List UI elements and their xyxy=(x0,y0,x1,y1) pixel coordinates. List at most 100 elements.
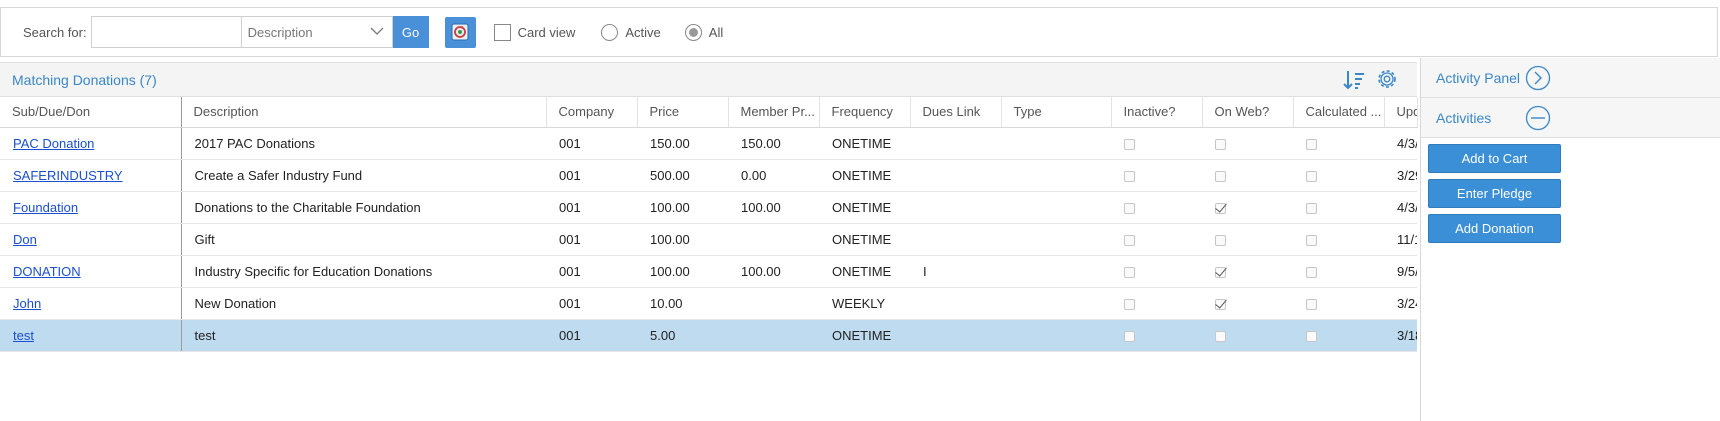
table-row[interactable]: SAFERINDUSTRY Create a Safer Industry Fun… xyxy=(0,159,1417,192)
row-code-link[interactable]: SAFERINDUSTRY xyxy=(13,168,123,183)
calculated-cell xyxy=(1293,319,1384,352)
member-price-cell xyxy=(728,319,819,352)
column-header[interactable]: Frequency xyxy=(819,97,911,128)
row-code-link[interactable]: PAC Donation xyxy=(13,136,94,151)
enter-pledge-button[interactable]: Enter Pledge xyxy=(1428,179,1561,208)
calculated-checkbox[interactable] xyxy=(1306,266,1317,278)
collapse-circle-icon[interactable] xyxy=(1525,105,1551,131)
table-row[interactable]: DONATION Industry Specific for Education … xyxy=(0,255,1417,288)
type-cell xyxy=(1001,127,1111,160)
row-code-link[interactable]: DONATION xyxy=(13,264,81,279)
price-cell: 100.00 xyxy=(637,223,728,256)
column-header[interactable]: Upd xyxy=(1384,97,1418,128)
column-header[interactable]: On Web? xyxy=(1202,97,1294,128)
type-cell xyxy=(1001,319,1111,352)
inactive-checkbox[interactable] xyxy=(1124,330,1135,342)
table-header-row: Sub/Due/Don Description Company Price Member… xyxy=(0,97,1418,128)
price-cell: 100.00 xyxy=(637,255,728,288)
dues-link-cell xyxy=(910,127,1001,160)
on-web-checkbox[interactable] xyxy=(1215,234,1226,246)
column-header[interactable]: Sub/Due/Don xyxy=(0,97,182,128)
search-input[interactable] xyxy=(90,16,241,48)
activity-panel-header[interactable]: Activity Panel xyxy=(1421,58,1720,98)
radio-all[interactable]: All xyxy=(684,23,724,41)
member-price-cell xyxy=(728,223,819,256)
add-donation-button[interactable]: Add Donation xyxy=(1428,214,1561,243)
table-row[interactable]: Foundation Donations to the Charitable Fo… xyxy=(0,191,1417,224)
activity-panel-label: Activity Panel xyxy=(1436,69,1521,86)
column-header[interactable]: Type xyxy=(1001,97,1112,128)
column-header[interactable]: Calculated ... xyxy=(1293,97,1385,128)
calculated-cell xyxy=(1293,159,1384,192)
row-code-link[interactable]: John xyxy=(13,296,41,311)
inactive-checkbox[interactable] xyxy=(1124,202,1135,214)
radio-all-label: All xyxy=(708,24,724,40)
on-web-checkbox[interactable] xyxy=(1215,298,1226,310)
column-header[interactable]: Member Pr... xyxy=(728,97,820,128)
price-cell: 100.00 xyxy=(637,191,728,224)
on-web-checkbox[interactable] xyxy=(1215,266,1226,278)
radio-active[interactable]: Active xyxy=(601,23,661,41)
search-field-select[interactable]: Description xyxy=(240,16,393,48)
row-code-link[interactable]: Don xyxy=(13,232,37,247)
radio-active-button[interactable] xyxy=(601,23,619,41)
calculated-checkbox[interactable] xyxy=(1306,330,1317,342)
on-web-checkbox[interactable] xyxy=(1215,138,1226,150)
calculated-checkbox[interactable] xyxy=(1306,170,1317,182)
table-row[interactable]: PAC Donation 2017 PAC Donations 001 150.00 1… xyxy=(0,127,1417,160)
add-to-cart-button[interactable]: Add to Cart xyxy=(1428,144,1561,173)
frequency-cell: ONETIME xyxy=(819,127,910,160)
inactive-checkbox[interactable] xyxy=(1124,298,1135,310)
gear-icon[interactable] xyxy=(1373,65,1401,93)
card-view-toggle[interactable]: Card view xyxy=(493,23,575,41)
updated-cell: 11/1 xyxy=(1384,223,1417,256)
company-cell: 001 xyxy=(546,159,637,192)
column-header[interactable]: Price xyxy=(637,97,729,128)
type-cell xyxy=(1001,159,1111,192)
row-code-link[interactable]: test xyxy=(13,328,34,343)
table-row[interactable]: Don Gift001100.00 ONETIME 11/1 xyxy=(0,223,1417,256)
updated-cell: 3/18 xyxy=(1384,319,1417,352)
inactive-cell xyxy=(1111,287,1202,320)
calculated-checkbox[interactable] xyxy=(1306,202,1317,214)
activities-label: Activities xyxy=(1436,109,1492,126)
go-button[interactable]: Go xyxy=(392,16,429,48)
calculated-checkbox[interactable] xyxy=(1306,234,1317,246)
card-view-checkbox[interactable] xyxy=(493,23,511,41)
activities-header[interactable]: Activities xyxy=(1421,98,1720,138)
updated-cell: 9/5/ xyxy=(1384,255,1417,288)
inactive-cell xyxy=(1111,255,1202,288)
calculated-cell xyxy=(1293,255,1384,288)
table-row[interactable]: John New Donation00110.00 WEEKLY 3/24 xyxy=(0,287,1417,320)
inactive-checkbox[interactable] xyxy=(1124,234,1135,246)
inactive-checkbox[interactable] xyxy=(1124,266,1135,278)
inactive-checkbox[interactable] xyxy=(1124,138,1135,150)
column-header[interactable]: Inactive? xyxy=(1111,97,1203,128)
code-cell: SAFERINDUSTRY xyxy=(0,159,182,192)
chevron-down-icon xyxy=(370,27,384,35)
member-price-cell: 100.00 xyxy=(728,191,819,224)
on-web-checkbox[interactable] xyxy=(1215,202,1226,214)
frequency-cell: ONETIME xyxy=(819,255,910,288)
column-header[interactable]: Description xyxy=(181,97,547,128)
on-web-cell xyxy=(1202,287,1293,320)
column-header[interactable]: Company xyxy=(546,97,638,128)
on-web-checkbox[interactable] xyxy=(1215,330,1226,342)
table-row[interactable]: testtest0015.00ONETIME3/18 xyxy=(0,319,1417,352)
calculated-checkbox[interactable] xyxy=(1306,138,1317,150)
search-toolbar: Search for: Description Go Card view Act… xyxy=(0,7,1718,57)
calculated-checkbox[interactable] xyxy=(1306,298,1317,310)
row-code-link[interactable]: Foundation xyxy=(13,200,78,215)
company-cell: 001 xyxy=(546,319,637,352)
refresh-button[interactable] xyxy=(444,16,476,48)
on-web-checkbox[interactable] xyxy=(1215,170,1226,182)
price-cell: 5.00 xyxy=(637,319,728,352)
sort-icon[interactable] xyxy=(1342,68,1366,92)
column-header[interactable]: Dues Link xyxy=(910,97,1002,128)
inactive-checkbox[interactable] xyxy=(1124,170,1135,182)
radio-all-button[interactable] xyxy=(684,23,702,41)
calculated-cell xyxy=(1293,127,1384,160)
on-web-cell xyxy=(1202,191,1293,224)
grid-header: Matching Donations (7) xyxy=(0,63,1417,97)
chevron-right-circle-icon[interactable] xyxy=(1525,65,1551,91)
